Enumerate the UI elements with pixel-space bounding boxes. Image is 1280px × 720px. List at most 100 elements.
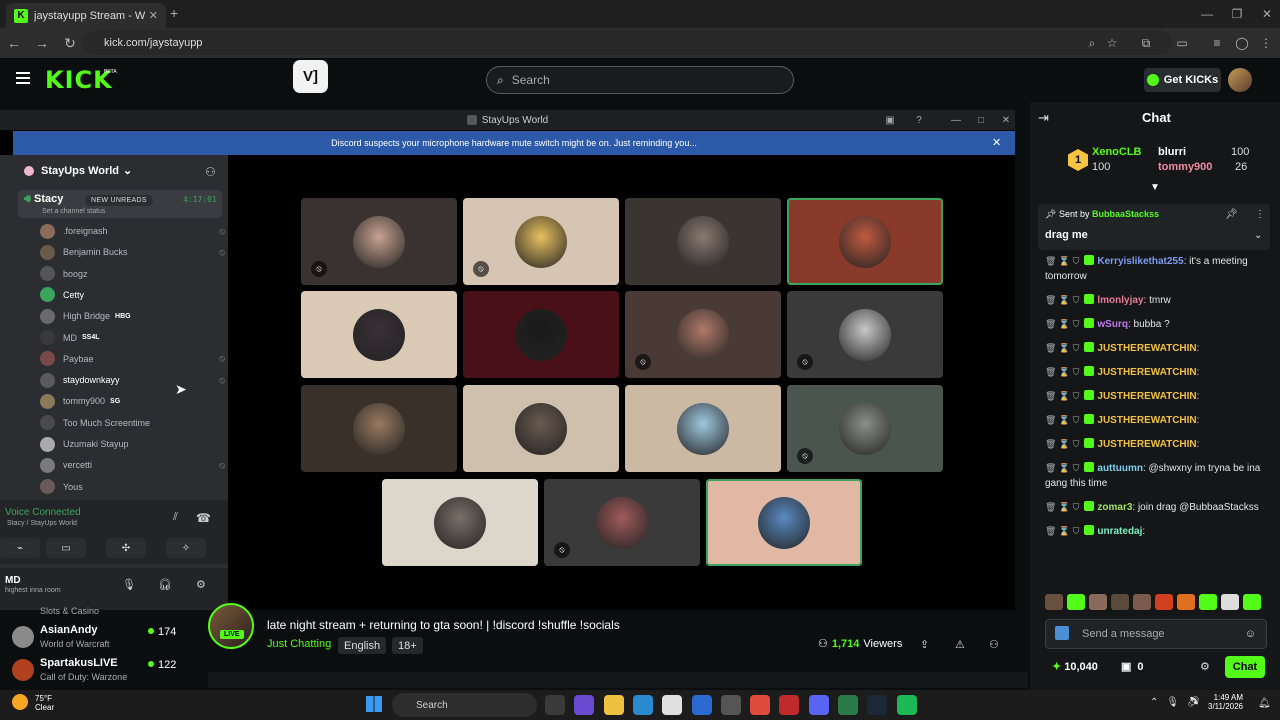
voice-member-row[interactable]: Paybae ⦸ [40,349,225,369]
extensions-icon[interactable]: ⧉ [1136,33,1156,53]
disconnect-icon[interactable]: ☎ [196,511,211,525]
back-icon[interactable]: ← [0,29,28,57]
participant-video-tile[interactable] [463,291,619,378]
get-kicks-button[interactable]: Get KICKs [1144,68,1221,92]
pinned-expand-icon[interactable]: ⌄ [1254,230,1262,241]
weather-widget[interactable]: 75°F Clear [35,694,54,712]
kicks-balance[interactable]: ▣ 0 [1121,660,1144,673]
unpin-icon[interactable]: 📌︎ [1225,209,1238,220]
voice-member-row[interactable]: tommy900 SG [40,391,225,411]
voice-member-row[interactable]: Benjamin Bucks ⦸ [40,242,225,262]
chat-message[interactable]: 🗑︎ ⌛ ⛉ auttuumn: @shwxny im tryna be ina … [1038,461,1270,491]
mod-actions-icon[interactable]: 🗑︎ ⌛ ⛉ [1045,415,1079,425]
chat-username[interactable]: unratedaj [1097,526,1142,537]
tab-close-icon[interactable]: ✕ [149,9,158,22]
taskbar-app-icon[interactable] [691,695,712,715]
url-field[interactable]: kick.com/jaystayupp [82,31,1172,55]
chat-username[interactable]: JUSTHEREWATCHIN [1097,367,1196,378]
send-message-input[interactable]: Send a message ☺ [1045,619,1267,649]
participant-video-tile[interactable]: ⦸ [544,479,700,566]
chat-username[interactable]: wSurq [1097,319,1128,330]
taskbar-app-icon[interactable] [867,695,888,715]
voice-member-row[interactable]: High Bridge HBG [40,306,225,326]
headphones-icon[interactable]: 🎧︎ [158,578,172,591]
noise-suppression-icon[interactable]: ⫽ [173,511,178,524]
taskbar-app-icon[interactable] [603,695,624,715]
chat-message[interactable]: 🗑︎ ⌛ ⛉ JUSTHEREWATCHIN: [1038,437,1270,452]
taskbar-app-icon[interactable] [750,695,771,715]
report-icon[interactable]: ⚠ [955,638,965,651]
discord-maximize-icon[interactable]: □ [973,112,989,128]
chat-message[interactable]: 🗑︎ ⌛ ⛉ JUSTHEREWATCHIN: [1038,413,1270,428]
recommended-channel[interactable]: SpartakusLIVE Call of Duty: Warzone 122 [12,655,202,687]
windows-start-icon[interactable] [366,696,382,712]
channel-points[interactable]: ✦ 10,040 [1052,660,1098,673]
chat-username[interactable]: JUSTHEREWATCHIN [1097,439,1196,450]
collapse-chat-icon[interactable]: ⇥ [1038,110,1049,126]
sidepanel-icon[interactable]: ▭ [1172,33,1192,53]
voice-member-row[interactable]: Cetty [40,285,225,305]
taskbar-app-icon[interactable] [574,695,595,715]
chat-username[interactable]: auttuumn [1097,463,1143,474]
minimize-window-icon[interactable]: — [1190,0,1224,28]
voice-member-row[interactable]: Too Much Screentime [40,413,225,433]
voice-member-row[interactable]: vercetti ⦸ [40,455,225,475]
forward-icon[interactable]: → [28,29,56,57]
chat-username[interactable]: JUSTHEREWATCHIN [1097,343,1196,354]
channel-emote-icon[interactable] [1055,626,1069,640]
new-unreads-badge[interactable]: NEW UNREADS [85,195,153,206]
participant-video-tile[interactable]: ⦸ [463,198,619,285]
tray-icons[interactable]: ⌃🎙︎🔊︎ [1150,697,1208,708]
participant-video-tile[interactable]: ⦸ [787,291,943,378]
taskbar-app-icon[interactable] [632,695,653,715]
server-name-header[interactable]: StayUps World ⌄ [24,164,132,177]
hamburger-menu-icon[interactable] [16,72,30,74]
emote-icon[interactable] [1155,594,1173,610]
browser-menu-icon[interactable]: ⋮ [1256,33,1276,53]
participant-video-tile[interactable] [382,479,538,566]
taskbar-app-icon[interactable] [662,695,683,715]
participant-video-tile[interactable] [625,198,781,285]
taskbar-app-icon[interactable] [545,695,565,715]
emote-icon[interactable] [1111,594,1129,610]
profile-icon[interactable]: ◯ [1232,33,1252,53]
kick-logo[interactable]: KICK [45,66,113,94]
close-window-icon[interactable]: ✕ [1250,0,1280,28]
leader-third-name[interactable]: tommy900 [1158,161,1212,173]
screen-share-icon[interactable]: ▭ [46,538,86,558]
voice-member-row[interactable]: boogz [40,264,225,284]
soundboard-icon[interactable]: ✧ [166,538,206,558]
media-icon[interactable]: ≡ [1207,33,1227,53]
chat-message[interactable]: 🗑︎ ⌛ ⛉ unratedaj: [1038,524,1270,539]
chat-username[interactable]: Kerryislikethat255 [1097,256,1183,267]
voice-member-row[interactable]: staydownkayy ⦸ [40,370,225,390]
weather-icon[interactable] [12,694,28,710]
language-tag[interactable]: English [338,637,387,654]
mod-actions-icon[interactable]: 🗑︎ ⌛ ⛉ [1045,367,1079,377]
voice-member-row[interactable]: .foreignash ⦸ [40,221,225,241]
chat-settings-icon[interactable]: ⚙ [1200,660,1210,673]
streamer-avatar[interactable] [208,603,254,649]
microphone-icon[interactable]: 🎙︎ [122,578,136,591]
voice-connected-label[interactable]: Voice Connected [5,507,81,518]
search-input[interactable]: ⌕ Search [486,66,794,94]
taskbar-app-icon[interactable] [896,695,917,715]
emote-icon[interactable] [1221,594,1239,610]
participant-video-tile[interactable]: ⦸ [301,198,457,285]
inbox-icon[interactable]: ▣ [882,112,898,128]
chat-username[interactable]: JUSTHEREWATCHIN [1097,391,1196,402]
channel-status-hint[interactable]: Set a channel status [42,208,105,215]
follow-user-icon[interactable]: ⚇ [989,638,999,651]
new-tab-button[interactable]: + [170,5,178,21]
chat-username[interactable]: zomar3 [1097,502,1132,513]
camera-icon[interactable]: ⌁ [0,538,40,558]
participant-video-tile[interactable] [301,291,457,378]
participant-video-tile[interactable] [463,385,619,472]
participant-video-tile[interactable] [625,385,781,472]
taskbar-app-icon[interactable] [808,695,829,715]
stream-category-link[interactable]: Just Chatting [267,638,331,650]
emote-icon[interactable] [1067,594,1085,610]
add-member-icon[interactable]: ⚇ [205,165,216,179]
pinned-by-user[interactable]: BubbaaStackss [1092,209,1159,219]
emote-icon[interactable] [1199,594,1217,610]
